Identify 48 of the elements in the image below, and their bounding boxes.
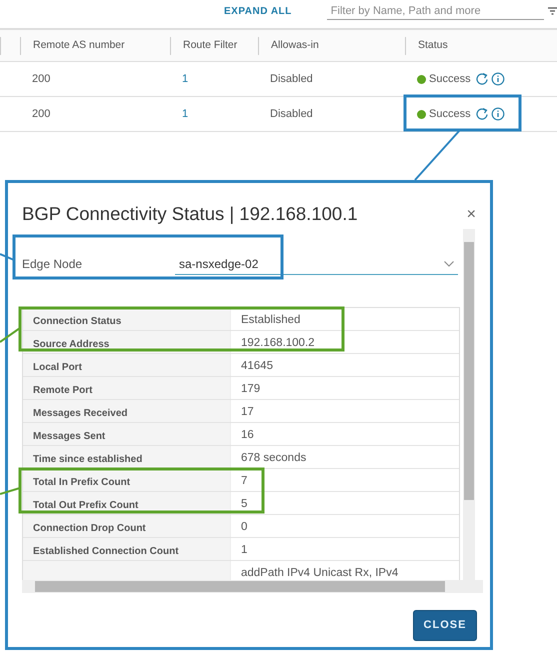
table-cell-text: 200 [32, 72, 50, 87]
vertical-scrollbar[interactable] [463, 229, 475, 580]
property-label: Messages Sent [33, 431, 106, 442]
property-value: 5 [241, 498, 248, 510]
property-label: Remote Port [33, 385, 92, 396]
column-header: Status [418, 38, 448, 53]
filter-icon[interactable] [548, 7, 557, 15]
property-value: 16 [241, 429, 254, 441]
column-header: Allowas-in [271, 38, 319, 53]
info-icon[interactable] [491, 108, 504, 120]
property-value: Established [241, 314, 300, 326]
property-label: Established Connection Count [33, 546, 179, 557]
status-text: Success [429, 106, 471, 122]
property-label: Total In Prefix Count [33, 477, 130, 488]
property-value: 192.168.100.2 [241, 337, 315, 349]
property-value: 1 [241, 544, 248, 556]
property-value: 17 [241, 406, 254, 418]
property-label: Local Port [33, 362, 82, 373]
edge-node-select[interactable]: sa-nsxedge-02 [175, 253, 458, 275]
property-label: Messages Received [33, 408, 128, 419]
property-value: 179 [241, 383, 260, 395]
refresh-icon[interactable] [476, 72, 488, 85]
close-button[interactable]: CLOSE [413, 610, 477, 641]
property-label: Total Out Prefix Count [33, 500, 138, 511]
info-icon[interactable] [491, 72, 504, 86]
property-value: 0 [241, 521, 248, 533]
route-filter-link[interactable]: 1 [182, 70, 188, 88]
refresh-icon[interactable] [476, 108, 488, 120]
horizontal-scrollbar[interactable] [22, 580, 483, 593]
status-text: Success [429, 72, 471, 87]
property-label: Connection Drop Count [33, 523, 146, 534]
column-header: Remote AS number [33, 38, 125, 53]
property-value: 678 seconds [241, 452, 306, 464]
table-cell-text: 200 [32, 106, 50, 122]
property-label: Source Address [33, 339, 110, 350]
property-label: Connection Status [33, 316, 122, 327]
expand-all-button[interactable]: EXPAND ALL [224, 4, 292, 18]
property-label: Time since established [33, 454, 142, 465]
field-label: Edge Node [22, 256, 84, 273]
table-cell-text: Disabled [270, 106, 313, 122]
property-value: 7 [241, 475, 248, 487]
property-value: 41645 [241, 360, 273, 372]
column-header: Route Filter [183, 38, 238, 53]
table-cell-text: Disabled [270, 72, 313, 87]
property-value: addPath IPv4 Unicast Rx, IPv4 [241, 567, 398, 579]
chevron-down-icon[interactable] [444, 260, 454, 266]
route-filter-link[interactable]: 1 [182, 106, 188, 122]
dialog-title: BGP Connectivity Status | 192.168.100.1 [22, 203, 358, 225]
